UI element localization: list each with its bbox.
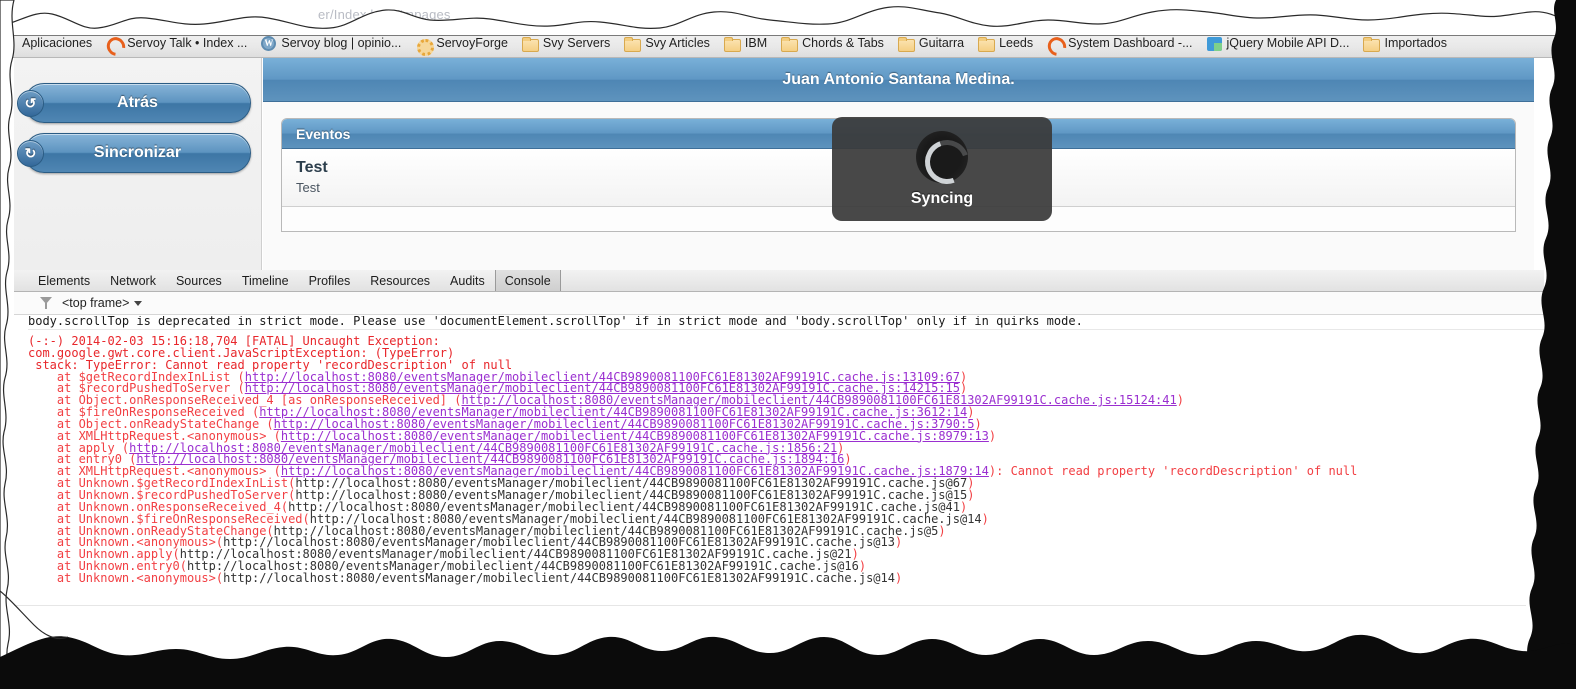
refresh-arrow-icon: ↻ [17,140,44,167]
devtools-tabstrip: Elements Network Sources Timeline Profiles Re… [14,270,1544,292]
jquery-icon [1206,36,1222,51]
syncing-label: Syncing [910,189,974,207]
bookmark-label: Guitarra [918,36,965,51]
stack-frame-name: at Unknown.<anonymous>( [28,570,224,585]
bookmark-item[interactable]: jQuery Mobile API D... [1206,36,1350,51]
tab-label: Elements [38,273,91,288]
app-header-title: Juan Antonio Santana Medina. [263,58,1534,102]
bookmark-label: Servoy blog | opinio... [281,36,402,51]
folder-icon [781,36,799,52]
folder-icon [978,36,996,52]
folder-icon [624,36,642,52]
syncing-overlay: Syncing [832,117,1052,221]
tab-label: Profiles [308,273,351,288]
console-output[interactable]: body.scrollTop is deprecated in strict m… [14,316,1544,610]
bookmark-label: Chords & Tabs [802,36,884,51]
bookmark-label: jQuery Mobile API D... [1226,36,1350,51]
devtools-tab-audits[interactable]: Audits [440,270,495,291]
source-link[interactable]: http://localhost:8080/eventsManager/mobi… [223,571,895,585]
stack-frame-suffix: ) [894,570,903,585]
url-ghost-text: er/Index.html#mpages [318,7,451,22]
servoy-icon [106,37,122,51]
tab-label: Network [110,273,156,288]
folder-icon [521,36,539,52]
screenshot-root: er/Index.html#mpages Aplicaciones Servoy … [0,0,1576,689]
bookmark-label: Servoy Talk • Index ... [127,36,248,51]
bookmark-item[interactable]: Svy Articles [624,36,710,52]
bookmark-label: Leeds [999,36,1034,51]
bookmark-label: Importados [1384,36,1447,51]
devtools-tab-timeline[interactable]: Timeline [232,270,299,291]
stack-frame-suffix: ): Cannot read property 'recordDescripti… [988,464,1358,479]
console-warning-line: body.scrollTop is deprecated in strict m… [28,316,1544,330]
bookmark-item[interactable]: ServoyForge [415,36,508,56]
devtools-tab-resources[interactable]: Resources [360,270,440,291]
bookmark-label: Svy Articles [645,36,710,51]
tab-label: Resources [370,273,431,288]
console-text: body.scrollTop is deprecated in strict m… [28,316,1083,328]
devtools-tab-network[interactable]: Network [100,270,166,291]
console-filter-bar: <top frame> [14,292,1544,315]
chevron-down-icon [134,300,143,306]
tab-label: Audits [450,273,485,288]
left-navigation-pane: ↺ Atrás ↻ Sincronizar [14,58,262,270]
stack-frame-suffix: ) [1176,393,1184,408]
back-button[interactable]: ↺ Atrás [17,83,251,123]
frame-selector-label: <top frame> [62,296,130,310]
back-button-label: Atrás [117,94,158,111]
stack-frame-suffix: ) [967,487,975,502]
funnel-icon[interactable] [40,297,53,309]
devtools-tab-profiles[interactable]: Profiles [299,270,361,291]
sync-button[interactable]: ↻ Sincronizar [17,133,251,173]
bookmark-item[interactable]: Importados [1363,36,1447,52]
frame-selector[interactable]: <top frame> [62,296,143,310]
tab-label: Timeline [241,273,289,288]
stack-frame-suffix: ) [988,428,997,443]
folder-icon [723,36,741,52]
gear-icon [415,37,435,56]
back-arrow-icon: ↺ [17,90,44,117]
bookmark-item[interactable]: Chords & Tabs [781,36,884,52]
bookmarks-bar: Aplicaciones Servoy Talk • Index ... W Serv… [0,30,1576,58]
console-stack-line: at Unknown.<anonymous>(http://localhost:… [28,570,1544,585]
bookmark-item[interactable]: Guitarra [897,36,965,52]
bookmark-label: Aplicaciones [22,36,93,51]
servoy-icon [1047,37,1063,51]
bookmark-label: IBM [744,36,768,51]
bookmark-label: ServoyForge [436,36,508,51]
bookmark-item[interactable]: Svy Servers [521,36,611,52]
bookmark-label: System Dashboard -... [1068,36,1193,51]
folder-icon [1363,36,1381,52]
bookmark-item[interactable]: Aplicaciones [22,37,92,50]
bookmark-item[interactable]: Servoy Talk • Index ... [106,37,247,51]
console-bottom-rule [14,605,1526,606]
bookmark-item[interactable]: System Dashboard -... [1047,37,1192,51]
bookmark-item[interactable]: W Servoy blog | opinio... [261,36,401,51]
devtools-panel: Elements Network Sources Timeline Profiles Re… [14,270,1544,610]
stack-frame-suffix: ) [938,523,946,538]
wordpress-icon: W [261,36,277,51]
loading-spinner-icon [916,130,968,183]
bookmark-item[interactable]: IBM [723,36,768,52]
folder-icon [897,36,915,52]
bookmark-label: Svy Servers [542,36,611,51]
stack-frame-suffix: ) [981,511,989,526]
stack-frame-suffix: ) [894,535,903,550]
devtools-tab-elements[interactable]: Elements [28,270,100,291]
tab-label: Console [504,273,551,288]
devtools-tab-sources[interactable]: Sources [166,270,232,291]
app-viewport: ↺ Atrás ↻ Sincronizar Juan Antonio Santa… [14,58,1534,270]
bookmark-item[interactable]: Leeds [978,36,1034,52]
devtools-tab-console[interactable]: Console [494,270,561,291]
tab-label: Sources [175,273,222,288]
sync-button-label: Sincronizar [93,144,182,161]
